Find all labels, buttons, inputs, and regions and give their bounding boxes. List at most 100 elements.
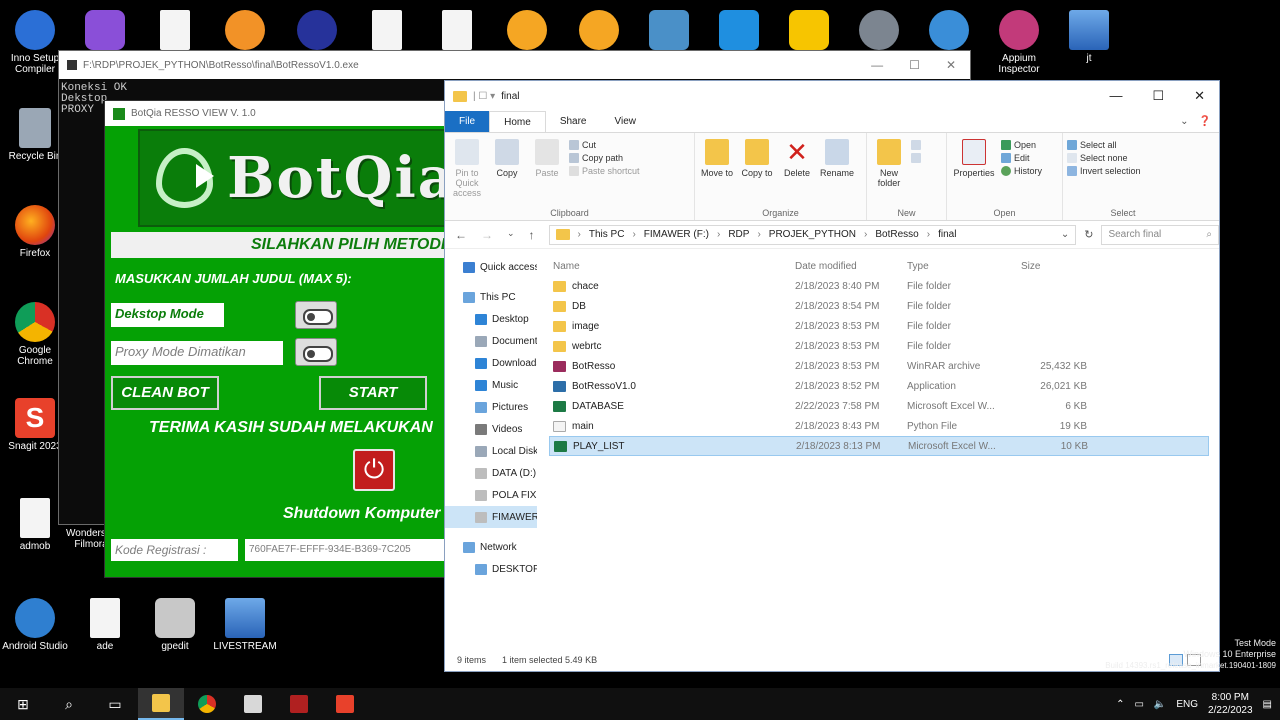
column-date[interactable]: Date modified — [795, 261, 907, 272]
fl-studio2-desktop-icon[interactable] — [564, 10, 634, 53]
up-icon[interactable]: ↑ — [529, 228, 535, 242]
breadcrumb-botresso[interactable]: BotResso — [875, 229, 918, 240]
document2-desktop-icon[interactable] — [352, 10, 422, 53]
history-button[interactable]: History — [1001, 166, 1042, 176]
column-size[interactable]: Size — [1017, 261, 1087, 272]
tab-home[interactable]: Home — [489, 111, 546, 132]
nav-pola-fix-drive[interactable]: POLA FIX (E:) — [445, 484, 537, 506]
ribbon-expand-icon[interactable]: ⌄ — [1180, 111, 1188, 132]
registration-code-field[interactable]: 760FAE7F-EFFF-934E-B369-7C205 — [245, 539, 448, 561]
open-button[interactable]: Open — [1001, 140, 1042, 150]
clean-bot-button[interactable]: CLEAN BOT — [111, 376, 219, 410]
nav-music[interactable]: Music — [445, 374, 537, 396]
help-icon[interactable]: ❓ — [1199, 111, 1211, 132]
botqia-window[interactable]: BotQia RESSO VIEW V. 1.0 BotQia SILAHKAN… — [104, 100, 449, 578]
nav-local-disk[interactable]: Local Disk (C:) — [445, 440, 537, 462]
nav-fimawer-drive[interactable]: FIMAWER (F:) — [445, 506, 537, 528]
appium-desktop-icon[interactable]: Appium Inspector — [984, 10, 1054, 75]
shortcut-desktop-icon[interactable] — [70, 10, 140, 53]
desktop-mode-toggle[interactable] — [295, 301, 337, 329]
column-type[interactable]: Type — [907, 261, 1017, 272]
close-icon[interactable]: ✕ — [1194, 88, 1205, 104]
clock[interactable]: 8:00 PM 2/22/2023 — [1208, 691, 1253, 717]
file-row[interactable]: webrtc 2/18/2023 8:53 PM File folder — [549, 336, 1209, 356]
document3-desktop-icon[interactable] — [422, 10, 492, 53]
file-row[interactable]: chace 2/18/2023 8:40 PM File folder — [549, 276, 1209, 296]
jt-desktop-icon[interactable]: jt — [1054, 10, 1124, 64]
network-tray-icon[interactable]: ▭ — [1134, 699, 1143, 710]
tray-chevron-icon[interactable]: ⌃ — [1116, 699, 1124, 710]
breadcrumb-rdp[interactable]: RDP — [728, 229, 749, 240]
forward-icon[interactable]: → — [481, 228, 493, 242]
minimize-icon[interactable]: — — [1109, 88, 1122, 104]
nav-this-pc[interactable]: This PC — [445, 286, 537, 308]
select-all-button[interactable]: Select all — [1067, 140, 1141, 150]
network-desktop-icon[interactable] — [914, 10, 984, 53]
volume-icon[interactable]: 🔈 — [1154, 699, 1166, 710]
proxy-mode-toggle[interactable] — [295, 338, 337, 366]
task-view-button[interactable]: ▭ — [92, 688, 138, 720]
fl-studio-desktop-icon[interactable] — [492, 10, 562, 53]
nav-videos[interactable]: Videos — [445, 418, 537, 440]
nav-desktop[interactable]: Desktop — [445, 308, 537, 330]
select-none-button[interactable]: Select none — [1067, 153, 1141, 163]
file-explorer-window[interactable]: | ☐ ▾ final — ☐ ✕ File Home Share View ⌄ ❓ … — [444, 80, 1220, 672]
language-indicator[interactable]: ENG — [1176, 699, 1198, 710]
nav-data-drive[interactable]: DATA (D:) — [445, 462, 537, 484]
copy-path-button[interactable]: Copy path — [569, 153, 640, 163]
nav-network[interactable]: Network — [445, 536, 537, 558]
cut-button[interactable]: Cut — [569, 140, 640, 150]
tab-share[interactable]: Share — [546, 111, 601, 132]
file-row[interactable]: DATABASE 2/22/2023 7:58 PM Microsoft Excel… — [549, 396, 1209, 416]
breadcrumb-drive[interactable]: FIMAWER (F:) — [644, 229, 709, 240]
invert-selection-button[interactable]: Invert selection — [1067, 166, 1141, 176]
nav-quick-access[interactable]: Quick access — [445, 256, 537, 278]
start-button[interactable]: ⊞ — [0, 688, 46, 720]
quick-access-toolbar[interactable]: | ☐ ▾ — [473, 91, 495, 102]
botqia-title-bar[interactable]: BotQia RESSO VIEW V. 1.0 — [105, 101, 448, 126]
nav-documents[interactable]: Documents — [445, 330, 537, 352]
tool-desktop-icon[interactable] — [634, 10, 704, 53]
taskbar-file-explorer[interactable] — [138, 688, 184, 720]
vscode-desktop-icon[interactable] — [704, 10, 774, 53]
maximize-icon[interactable]: ☐ — [909, 58, 920, 72]
breadcrumb[interactable]: › This PC › FIMAWER (F:) › RDP › PROJEK_PYTH… — [548, 224, 1077, 245]
ade-desktop-icon[interactable]: ade — [70, 598, 140, 652]
close-icon[interactable]: ✕ — [946, 58, 956, 72]
nav-pictures[interactable]: Pictures — [445, 396, 537, 418]
breadcrumb-projek[interactable]: PROJEK_PYTHON — [769, 229, 856, 240]
file-row[interactable]: PLAY_LIST 2/18/2023 8:13 PM Microsoft Exce… — [549, 436, 1209, 456]
start-button[interactable]: START — [319, 376, 427, 410]
address-dropdown-icon[interactable]: ⌄ — [1061, 229, 1075, 240]
recent-locations-icon[interactable]: ⌄ — [507, 228, 515, 242]
tab-file[interactable]: File — [445, 111, 490, 132]
paste-shortcut-button[interactable]: Paste shortcut — [569, 166, 640, 176]
file-row[interactable]: BotResso 2/18/2023 8:53 PM WinRAR archive 2… — [549, 356, 1209, 376]
taskbar-chrome[interactable] — [184, 688, 230, 720]
search-button[interactable]: ⌕ — [46, 688, 92, 720]
edit-button[interactable]: Edit — [1001, 153, 1042, 163]
power-button[interactable]: ⏻ — [353, 449, 395, 491]
taskbar-app[interactable] — [230, 688, 276, 720]
livestream-desktop-icon[interactable]: LIVESTREAM — [210, 598, 280, 652]
document-desktop-icon[interactable] — [140, 10, 210, 53]
breadcrumb-final[interactable]: final — [938, 229, 956, 240]
nav-downloads[interactable]: Downloads — [445, 352, 537, 374]
console-title-bar[interactable]: F:\RDP\PROJEK_PYTHON\BotResso\final\BotR… — [59, 51, 970, 79]
maximize-icon[interactable]: ☐ — [1152, 88, 1164, 104]
back-icon[interactable]: ← — [455, 228, 467, 242]
app2-desktop-icon[interactable] — [282, 10, 352, 53]
file-row[interactable]: main 2/18/2023 8:43 PM Python File 19 KB — [549, 416, 1209, 436]
refresh-icon[interactable]: ↻ — [1084, 228, 1093, 241]
file-row[interactable]: BotRessoV1.0 2/18/2023 8:52 PM Application… — [549, 376, 1209, 396]
obs-desktop-icon[interactable] — [844, 10, 914, 53]
taskbar-snagit[interactable] — [322, 688, 368, 720]
taskbar-app2[interactable] — [276, 688, 322, 720]
file-row[interactable]: image 2/18/2023 8:53 PM File folder — [549, 316, 1209, 336]
android-studio-desktop-icon[interactable]: Android Studio — [0, 598, 70, 652]
mi-desktop-icon[interactable] — [210, 10, 280, 53]
nav-network-desktop[interactable]: DESKTOP — [445, 558, 537, 580]
column-name[interactable]: Name — [549, 261, 795, 272]
file-row[interactable]: DB 2/18/2023 8:54 PM File folder — [549, 296, 1209, 316]
minimize-icon[interactable]: — — [871, 58, 883, 72]
